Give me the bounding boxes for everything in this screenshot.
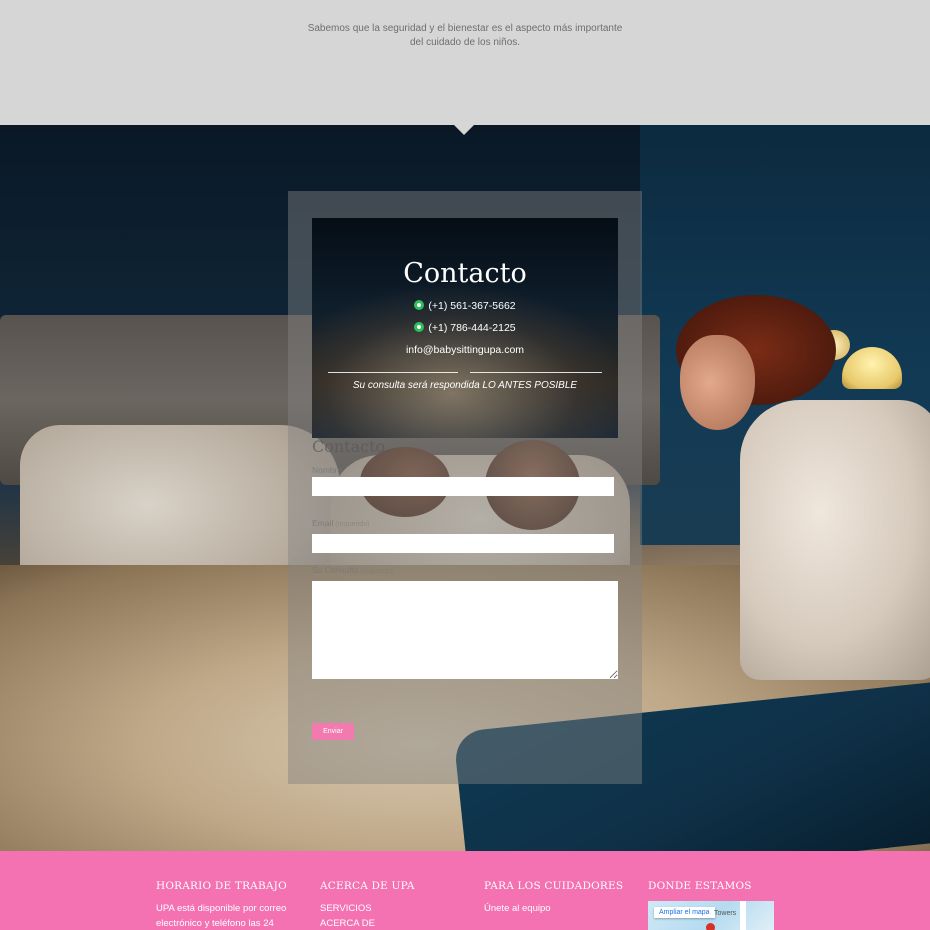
footer-title-about: ACERCA DE UPA — [320, 880, 415, 892]
email-label: Email (requerido) — [312, 518, 370, 528]
message-required-hint: (requerido) — [360, 568, 395, 575]
phone-number-1[interactable]: (+1) 561-367-5662 — [428, 300, 515, 312]
footer-about-links: SERVICIOS ACERCA DE — [320, 901, 375, 930]
footer-hours-text: UPA está disponible por correo electróni… — [156, 901, 286, 930]
message-label: Su Consulta (requerido) — [312, 565, 395, 575]
form-title: Contacto — [312, 437, 386, 456]
map-road — [740, 901, 746, 930]
photo-caregiver-body — [740, 400, 930, 680]
footer-caregivers-links: Únete al equipo — [484, 901, 551, 916]
footer-title-location: DONDE ESTAMOS — [648, 880, 752, 892]
footer-title-hours: HORARIO DE TRABAJO — [156, 880, 287, 892]
divider-left — [328, 372, 458, 373]
intro-line-2: del cuidado de los niños. — [409, 37, 521, 48]
message-textarea[interactable] — [312, 581, 618, 679]
send-button[interactable]: Enviar — [312, 723, 354, 740]
whatsapp-icon — [414, 322, 425, 332]
intro-section: Sabemos que la seguridad y el bienestar … — [0, 0, 930, 125]
footer-link-join-team[interactable]: Únete al equipo — [484, 901, 551, 916]
location-map[interactable]: Ampliar el mapa Towers — [648, 901, 774, 930]
name-label: Nombre — [312, 465, 342, 475]
map-pin-icon — [704, 921, 717, 930]
map-place-label: Towers — [714, 910, 737, 917]
whatsapp-icon — [414, 300, 425, 310]
footer-link-acerca[interactable]: ACERCA DE — [320, 916, 375, 930]
photo-caregiver-face — [680, 335, 755, 430]
contact-info-card: Contacto (+1) 561-367-5662 (+1) 786-444-… — [312, 218, 618, 438]
footer-hours-line-2: electrónico y teléfono las 24 — [156, 918, 274, 929]
footer-hours-line-1: UPA está disponible por correo — [156, 903, 287, 914]
phone-line-1[interactable]: (+1) 561-367-5662 — [312, 300, 618, 312]
email-required-hint: (requerido) — [335, 521, 370, 528]
name-label-text: Nombre — [312, 465, 343, 475]
section-pointer-arrow — [453, 124, 475, 135]
phone-line-2[interactable]: (+1) 786-444-2125 — [312, 322, 618, 334]
contact-card-title: Contacto — [403, 258, 527, 289]
divider-right — [470, 372, 602, 373]
email-input[interactable] — [312, 534, 614, 553]
name-input[interactable] — [312, 477, 614, 496]
phone-number-2[interactable]: (+1) 786-444-2125 — [428, 322, 515, 334]
footer-title-caregivers: PARA LOS CUIDADORES — [484, 880, 624, 892]
message-label-text: Su Consulta — [312, 565, 359, 575]
intro-text: Sabemos que la seguridad y el bienestar … — [0, 22, 930, 50]
footer: HORARIO DE TRABAJO UPA está disponible p… — [0, 851, 930, 930]
email-label-text: Email — [312, 518, 334, 528]
response-note: Su consulta será respondida LO ANTES POS… — [352, 380, 578, 391]
contact-email-link[interactable]: info@babysittingupa.com — [312, 344, 618, 356]
enlarge-map-button[interactable]: Ampliar el mapa — [654, 907, 715, 918]
intro-line-1: Sabemos que la seguridad y el bienestar … — [307, 23, 623, 34]
footer-link-servicios[interactable]: SERVICIOS — [320, 901, 375, 916]
